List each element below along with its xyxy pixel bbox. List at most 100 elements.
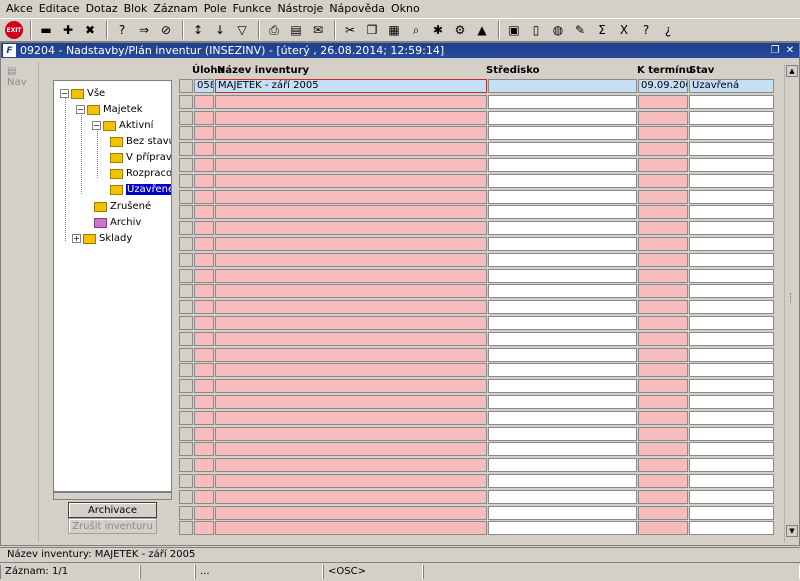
cell-stav[interactable] <box>689 426 774 441</box>
cell-stav[interactable] <box>689 410 774 425</box>
cell-nazev[interactable] <box>215 347 487 362</box>
cell-stredisko[interactable] <box>488 300 637 315</box>
zrusit-inventuru-button[interactable]: Zrušit inventuru <box>68 518 157 534</box>
cell-termin[interactable] <box>638 363 688 378</box>
cell-stredisko[interactable] <box>488 505 637 520</box>
tree-node-rozpracovane[interactable]: Rozpracova <box>110 166 171 181</box>
cell-nazev[interactable] <box>215 426 487 441</box>
filter-icon[interactable]: ▽ <box>232 20 252 40</box>
cell-stav[interactable] <box>689 442 774 457</box>
cell-stredisko[interactable] <box>488 474 637 488</box>
row-selector[interactable] <box>179 79 193 93</box>
context-help-icon[interactable]: ¿ <box>658 20 678 40</box>
cell-stredisko[interactable] <box>488 442 637 457</box>
cell-uloha[interactable] <box>194 189 214 204</box>
cell-uloha[interactable] <box>194 158 214 172</box>
cell-termin[interactable] <box>638 189 688 204</box>
cell-stav[interactable] <box>689 505 774 520</box>
cell-uloha[interactable] <box>194 126 214 141</box>
cell-termin[interactable] <box>638 316 688 330</box>
cell-uloha[interactable] <box>194 284 214 299</box>
cell-uloha[interactable] <box>194 505 214 520</box>
cell-termin[interactable] <box>638 505 688 520</box>
collapse-icon[interactable]: − <box>60 89 69 98</box>
cell-termin[interactable] <box>638 458 688 473</box>
menu-1[interactable]: Editace <box>36 0 83 18</box>
cell-nazev[interactable] <box>215 363 487 378</box>
cell-uloha[interactable] <box>194 347 214 362</box>
cell-nazev[interactable] <box>215 237 487 251</box>
cell-uloha[interactable] <box>194 221 214 236</box>
cell-stav[interactable] <box>689 126 774 141</box>
cell-nazev[interactable] <box>215 505 487 520</box>
cell-termin[interactable] <box>638 474 688 488</box>
row-selector[interactable] <box>179 189 193 204</box>
cell-stredisko[interactable] <box>488 284 637 299</box>
cell-termin[interactable] <box>638 158 688 172</box>
sigma-icon[interactable]: Σ <box>592 20 612 40</box>
cell-nazev[interactable] <box>215 300 487 315</box>
scroll-grip[interactable] <box>790 293 794 303</box>
expand-icon[interactable]: + <box>72 234 81 243</box>
cell-stredisko[interactable] <box>488 126 637 141</box>
row-selector[interactable] <box>179 126 193 141</box>
row-selector[interactable] <box>179 521 193 536</box>
cell-nazev[interactable] <box>215 458 487 473</box>
print-preview-icon[interactable]: ▤ <box>286 20 306 40</box>
row-selector[interactable] <box>179 221 193 236</box>
cell-termin[interactable] <box>638 331 688 346</box>
cell-termin[interactable] <box>638 395 688 409</box>
cell-termin[interactable] <box>638 237 688 251</box>
cell-stredisko[interactable] <box>488 189 637 204</box>
cell-stredisko[interactable] <box>488 410 637 425</box>
cell-uloha[interactable] <box>194 379 214 394</box>
cell-stredisko[interactable] <box>488 252 637 267</box>
cell-uloha[interactable] <box>194 474 214 488</box>
cell-stav[interactable] <box>689 268 774 283</box>
cell-stav[interactable] <box>689 489 774 504</box>
cell-uloha[interactable] <box>194 94 214 109</box>
cell-stav[interactable] <box>689 221 774 236</box>
cell-uloha[interactable] <box>194 442 214 457</box>
document-icon[interactable]: ▯ <box>526 20 546 40</box>
row-selector[interactable] <box>179 237 193 251</box>
tree-node-majetek[interactable]: − Majetek <box>76 102 143 117</box>
row-selector[interactable] <box>179 173 193 188</box>
cell-stredisko[interactable] <box>488 221 637 236</box>
cell-stav[interactable] <box>689 252 774 267</box>
cell-termin[interactable] <box>638 300 688 315</box>
vertical-scrollbar[interactable]: ▲ ▼ <box>784 63 798 543</box>
cell-stav[interactable] <box>689 205 774 220</box>
cell-stav[interactable] <box>689 158 774 172</box>
row-selector[interactable] <box>179 268 193 283</box>
row-selector[interactable] <box>179 300 193 315</box>
chart-icon[interactable]: ▲ <box>472 20 492 40</box>
row-selector[interactable] <box>179 489 193 504</box>
cell-termin[interactable] <box>638 110 688 125</box>
menu-6[interactable]: Funkce <box>230 0 275 18</box>
archivace-button[interactable]: Archivace <box>68 502 157 518</box>
cell-nazev[interactable] <box>215 489 487 504</box>
cell-nazev[interactable] <box>215 474 487 488</box>
cell-stav[interactable] <box>689 363 774 378</box>
collapse-icon[interactable]: − <box>76 105 85 114</box>
menu-2[interactable]: Dotaz <box>83 0 121 18</box>
cell-stav[interactable] <box>689 173 774 188</box>
cell-nazev[interactable] <box>215 521 487 536</box>
cell-uloha[interactable] <box>194 489 214 504</box>
cell-nazev[interactable] <box>215 173 487 188</box>
status-tree[interactable]: − Vše − Majetek − Aktivní Bez stavu V př… <box>53 80 172 492</box>
cell-termin[interactable] <box>638 379 688 394</box>
cell-stredisko[interactable] <box>488 268 637 283</box>
menu-8[interactable]: Nápověda <box>326 0 388 18</box>
cell-uloha[interactable] <box>194 410 214 425</box>
cell-termin[interactable] <box>638 284 688 299</box>
query-cancel-icon[interactable]: ⊘ <box>156 20 176 40</box>
cell-stav[interactable] <box>689 331 774 346</box>
calculator-icon[interactable]: ▣ <box>504 20 524 40</box>
tree-node-sklady[interactable]: + Sklady <box>72 231 132 246</box>
cell-termin[interactable] <box>638 221 688 236</box>
cell-uloha[interactable] <box>194 395 214 409</box>
cell-stav[interactable] <box>689 300 774 315</box>
cell-termin[interactable] <box>638 347 688 362</box>
